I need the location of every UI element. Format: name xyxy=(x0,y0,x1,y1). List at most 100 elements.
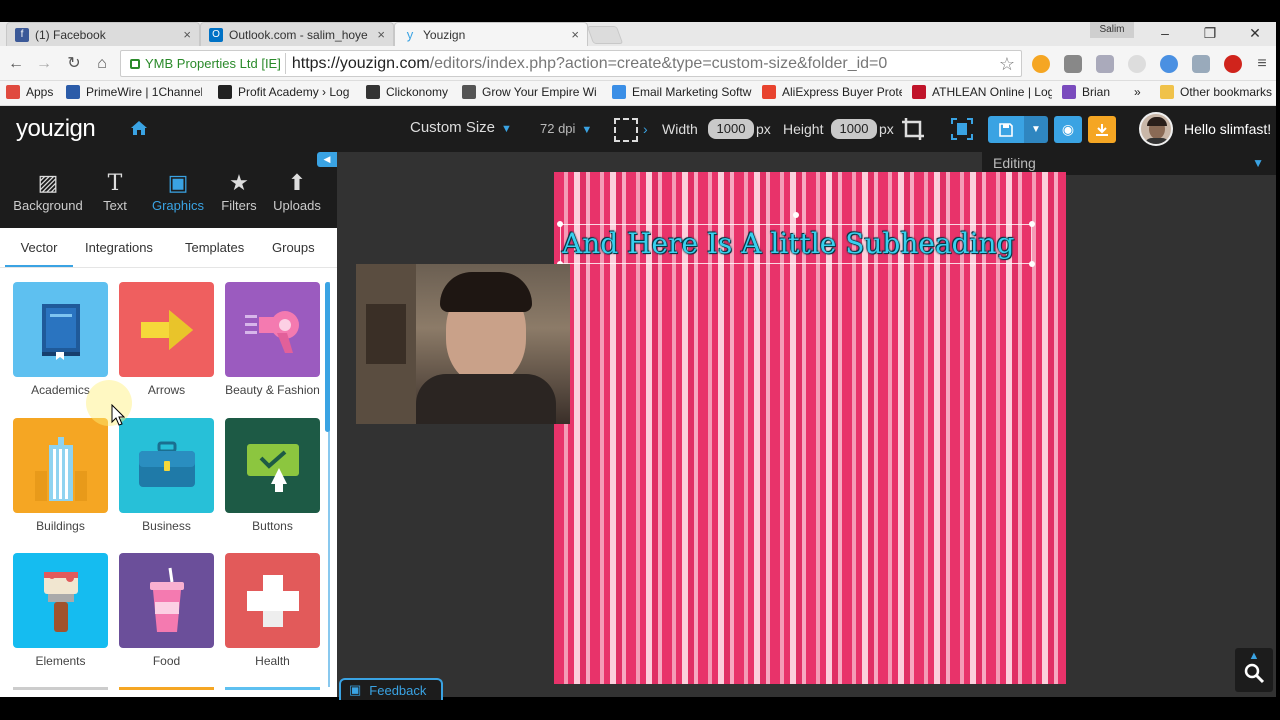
save-icon xyxy=(999,122,1013,137)
tab-vector[interactable]: Vector xyxy=(5,240,73,267)
tool-text[interactable]: T Text xyxy=(80,168,150,214)
tool-label: Uploads xyxy=(273,198,321,213)
tab-outlook[interactable]: O Outlook.com - salim_hoye × xyxy=(200,22,394,46)
resize-canvas-icon[interactable] xyxy=(614,118,638,142)
category-card-partial xyxy=(225,687,320,697)
close-icon[interactable]: × xyxy=(183,27,191,42)
bookmark-item[interactable]: Email Marketing Softw xyxy=(612,85,752,99)
menu-icon[interactable]: ≡ xyxy=(1252,54,1272,74)
tool-label: Background xyxy=(13,198,83,213)
search-icon[interactable] xyxy=(1243,662,1265,684)
category-beauty-fashion[interactable]: Beauty & Fashion xyxy=(225,282,320,398)
restore-button[interactable]: ❐ xyxy=(1190,22,1230,44)
bookmark-star-icon[interactable]: ☆ xyxy=(999,54,1015,75)
bookmark-item[interactable]: AliExpress Buyer Prote xyxy=(762,85,902,99)
address-toolbar: ← → ↻ ⌂ YMB Properties Ltd [IE] https://… xyxy=(0,46,1276,81)
extension-icon[interactable] xyxy=(1224,55,1242,73)
bookmark-item[interactable]: Brian xyxy=(1062,85,1122,99)
collapse-sidebar-button[interactable]: ◀ xyxy=(317,152,337,167)
crop-icon[interactable] xyxy=(900,116,926,142)
height-input[interactable]: 1000 xyxy=(831,119,877,139)
user-avatar[interactable] xyxy=(1139,112,1173,146)
category-elements[interactable]: Elements xyxy=(13,553,108,669)
zoom-control[interactable]: ▲ xyxy=(1235,648,1273,692)
bookmark-item[interactable]: ATHLEAN Online | Log xyxy=(912,85,1052,99)
category-grid: Academics Arrows Beauty & Fashion Buildi… xyxy=(0,268,330,697)
bookmark-item[interactable]: Grow Your Empire Wi xyxy=(462,85,600,99)
width-input[interactable]: 1000 xyxy=(708,119,754,139)
rotate-handle[interactable] xyxy=(793,212,799,218)
lock-icon xyxy=(130,58,140,69)
height-unit: px xyxy=(879,121,894,137)
save-options-dropdown[interactable]: ▼ xyxy=(1024,116,1048,143)
background-icon: ▨ xyxy=(37,170,59,195)
home-icon[interactable]: ⌂ xyxy=(92,54,112,74)
hair-dryer-icon xyxy=(225,282,320,377)
bookmark-favicon xyxy=(66,85,80,99)
home-icon[interactable] xyxy=(130,120,148,136)
tab-integrations[interactable]: Integrations xyxy=(85,240,153,255)
extension-icon[interactable] xyxy=(1064,55,1082,73)
extension-icon[interactable] xyxy=(1096,55,1114,73)
category-buttons[interactable]: Buttons xyxy=(225,418,320,534)
camera-icon: ▣ xyxy=(349,682,362,697)
extension-icon[interactable] xyxy=(1032,55,1050,73)
tab-label: (1) Facebook xyxy=(35,27,106,42)
paint-brush-icon xyxy=(13,553,108,648)
download-button[interactable] xyxy=(1088,116,1116,143)
user-greeting[interactable]: Hello slimfast! xyxy=(1184,121,1271,137)
dpi-select[interactable]: 72 dpi ▼ xyxy=(540,121,592,136)
fit-screen-icon[interactable] xyxy=(950,117,974,141)
ev-certificate-badge[interactable]: YMB Properties Ltd [IE] xyxy=(124,53,286,74)
minimize-button[interactable]: – xyxy=(1145,22,1185,44)
profile-button[interactable]: Salim xyxy=(1090,22,1134,38)
tool-graphics[interactable]: ▣ Graphics xyxy=(143,168,213,213)
extension-icon[interactable] xyxy=(1128,55,1146,73)
close-window-button[interactable]: ✕ xyxy=(1235,22,1275,44)
canvas-size-select[interactable]: Custom Size ▼ xyxy=(410,119,512,136)
bookmarks-overflow-button[interactable]: » xyxy=(1134,85,1148,99)
ev-label: YMB Properties Ltd [IE] xyxy=(145,56,281,71)
new-tab-button[interactable] xyxy=(586,26,624,44)
bookmark-item[interactable]: Clickonomy xyxy=(366,85,456,99)
tool-label: Text xyxy=(103,198,127,213)
bookmark-item[interactable]: Apps xyxy=(6,85,56,99)
tool-background[interactable]: ▨ Background xyxy=(13,168,83,213)
category-arrows[interactable]: Arrows xyxy=(119,282,214,398)
extension-icon[interactable] xyxy=(1160,55,1178,73)
resize-handle[interactable] xyxy=(1029,261,1035,267)
back-icon[interactable]: ← xyxy=(6,54,26,74)
canvas-text-subheading[interactable]: And Here Is A little Subheading xyxy=(562,227,1014,260)
tab-facebook[interactable]: f (1) Facebook × xyxy=(6,22,200,46)
youzign-logo[interactable]: youzign xyxy=(16,115,96,143)
bookmark-label: Clickonomy xyxy=(386,85,449,99)
other-bookmarks-folder[interactable]: Other bookmarks xyxy=(1160,85,1276,99)
category-business[interactable]: Business xyxy=(119,418,214,534)
category-food[interactable]: Food xyxy=(119,553,214,669)
category-health[interactable]: Health xyxy=(225,553,320,669)
extension-icon[interactable] xyxy=(1192,55,1210,73)
category-buildings[interactable]: Buildings xyxy=(13,418,108,534)
close-icon[interactable]: × xyxy=(571,27,579,42)
bookmark-label: PrimeWire | 1Channel xyxy=(86,85,202,99)
tab-youzign[interactable]: y Youzign × xyxy=(394,22,588,46)
tool-uploads[interactable]: ⬆ Uploads xyxy=(262,168,332,213)
preview-button[interactable]: ◉ xyxy=(1054,116,1082,143)
url-path: /editors/index.php?action=create&type=cu… xyxy=(429,54,888,72)
bookmark-favicon xyxy=(912,85,926,99)
feedback-button[interactable]: ▣ Feedback xyxy=(339,678,443,700)
tab-templates[interactable]: Templates xyxy=(185,240,244,255)
tab-groups[interactable]: Groups xyxy=(272,240,315,255)
category-academics[interactable]: Academics xyxy=(13,282,108,398)
forward-icon[interactable]: → xyxy=(34,54,54,74)
reload-icon[interactable]: ↻ xyxy=(64,54,84,74)
save-button[interactable] xyxy=(988,116,1024,143)
bookmark-label: Apps xyxy=(26,85,54,99)
bookmark-item[interactable]: Profit Academy › Log xyxy=(218,85,352,99)
chevron-up-icon[interactable]: ▲ xyxy=(1235,650,1273,662)
bookmark-item[interactable]: PrimeWire | 1Channel xyxy=(66,85,202,99)
close-icon[interactable]: × xyxy=(377,27,385,42)
scrollbar-thumb[interactable] xyxy=(325,282,330,432)
resize-handle[interactable] xyxy=(1029,221,1035,227)
address-bar[interactable]: YMB Properties Ltd [IE] https://youzign.… xyxy=(120,50,1022,77)
